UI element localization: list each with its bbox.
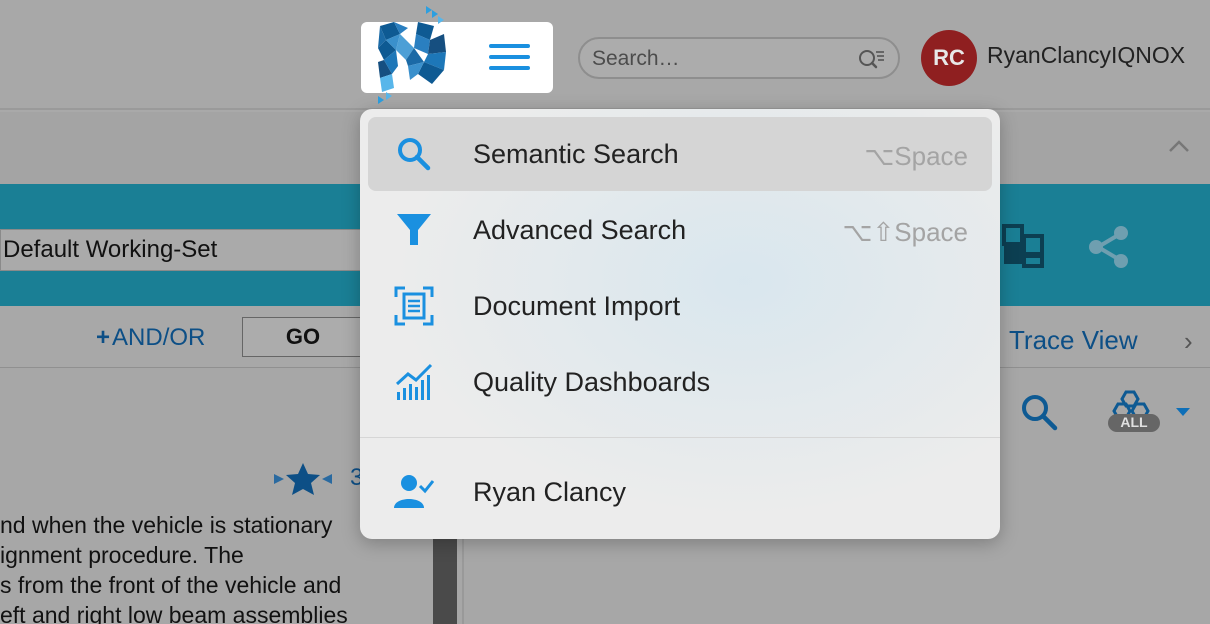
share-icon[interactable] [1089, 226, 1128, 268]
menu-item-user-profile[interactable]: Ryan Clancy [368, 455, 992, 529]
text-line: eft and right low beam assemblies [0, 602, 348, 624]
text-line: s from the front of the vehicle and [0, 572, 342, 598]
rating-star-icon[interactable] [270, 460, 336, 498]
andor-label: AND/OR [112, 324, 206, 351]
menu-item-quality-dashboards[interactable]: Quality Dashboards [368, 345, 992, 419]
menu-item-label: Advanced Search [473, 215, 687, 245]
all-badge: ALL [1120, 414, 1148, 430]
layout-icon[interactable] [1002, 224, 1044, 268]
shortcut-hint: ⌥⇧Space [842, 217, 968, 247]
all-filter-dropdown[interactable]: ALL [1108, 388, 1198, 439]
search-input[interactable] [592, 47, 852, 71]
user-check-icon [394, 475, 434, 508]
hamburger-menu-button[interactable] [489, 44, 531, 72]
menu-item-semantic-search[interactable]: Semantic Search ⌥Space [368, 117, 992, 191]
text-line: nd when the vehicle is stationary [0, 512, 333, 538]
menu-item-advanced-search[interactable]: Advanced Search ⌥⇧Space [368, 193, 992, 267]
brand-logo-icon[interactable] [372, 4, 452, 108]
global-search-box[interactable] [578, 37, 900, 79]
working-set-select[interactable]: Default Working-Set [0, 229, 370, 271]
menu-item-label: Quality Dashboards [473, 367, 711, 397]
chevron-down-icon [1176, 408, 1190, 416]
main-dropdown-menu: Semantic Search ⌥Space Advanced Search ⌥… [360, 109, 1000, 539]
chart-icon [395, 363, 433, 400]
search-icon [398, 138, 431, 171]
chevron-up-icon[interactable] [1166, 134, 1192, 160]
text-line: ignment procedure. The [0, 542, 244, 568]
username-label[interactable]: RyanClancyIQNOX [987, 42, 1185, 69]
query-search-icon[interactable] [858, 48, 886, 70]
search-icon[interactable] [1020, 393, 1060, 433]
menu-item-label: Ryan Clancy [473, 477, 627, 507]
menu-divider [360, 437, 1000, 438]
menu-item-label: Semantic Search [473, 139, 679, 169]
menu-item-document-import[interactable]: Document Import [368, 269, 992, 343]
filter-icon [397, 214, 431, 245]
user-avatar[interactable]: RC [921, 30, 977, 86]
teal-bar-icons [1002, 224, 1128, 268]
trace-view-tab[interactable]: Trace View [1009, 325, 1138, 356]
go-button[interactable]: GO [242, 317, 364, 357]
plus-icon: + [96, 324, 111, 351]
chevron-right-icon[interactable]: › [1184, 326, 1193, 357]
menu-item-label: Document Import [473, 291, 681, 321]
shortcut-hint: ⌥Space [864, 141, 968, 171]
document-text: nd when the vehicle is stationary ignmen… [0, 510, 400, 624]
andor-button[interactable]: +AND/OR [96, 324, 205, 352]
document-scan-icon [394, 286, 434, 326]
